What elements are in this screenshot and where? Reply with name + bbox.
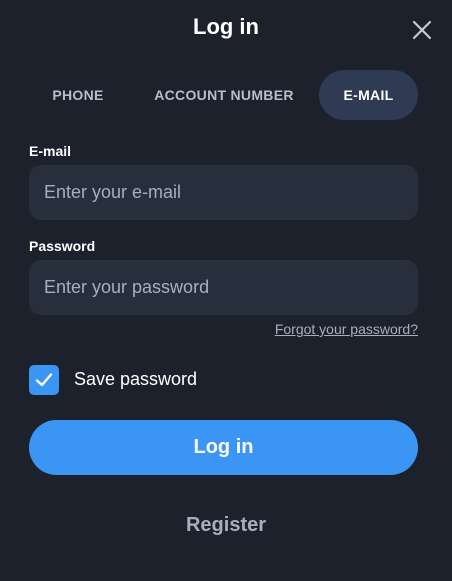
close-icon [412, 20, 432, 40]
tab-account-number[interactable]: ACCOUNT NUMBER [141, 70, 307, 120]
email-input[interactable] [29, 165, 418, 220]
forgot-password-link[interactable]: Forgot your password? [275, 321, 418, 337]
save-password-label: Save password [74, 369, 198, 389]
password-input[interactable] [29, 260, 418, 315]
login-dialog: Log in PHONE ACCOUNT NUMBER E-MAIL E-mai… [0, 0, 452, 581]
tab-email[interactable]: E-MAIL [319, 70, 418, 120]
save-password-checkbox[interactable]: Save password [29, 364, 197, 395]
email-label: E-mail [29, 143, 72, 159]
register-link[interactable]: Register [0, 514, 452, 537]
close-button[interactable] [410, 18, 434, 42]
checkbox-box[interactable] [29, 364, 59, 395]
checkmark-icon [35, 372, 53, 386]
dialog-title: Log in [193, 14, 259, 39]
login-button[interactable]: Log in [29, 420, 418, 475]
password-label: Password [29, 238, 96, 254]
login-method-tabs: PHONE ACCOUNT NUMBER E-MAIL [29, 70, 418, 120]
tab-phone[interactable]: PHONE [29, 70, 127, 120]
